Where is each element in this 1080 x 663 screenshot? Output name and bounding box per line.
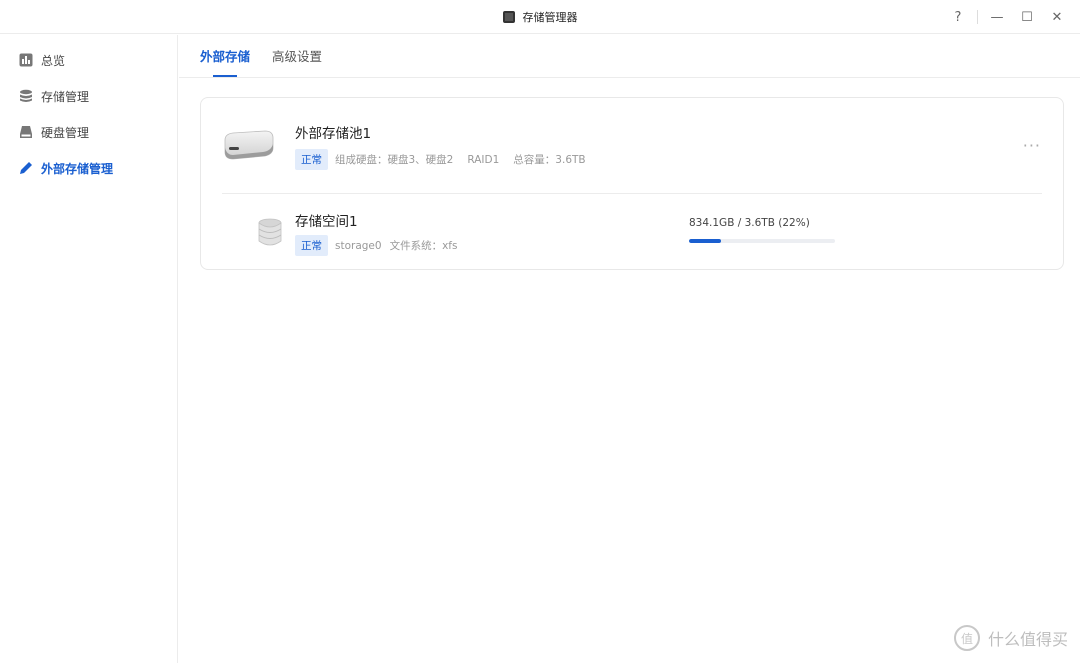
space-meta: 正常 storage0 文件系统：xfs <box>295 235 457 256</box>
hard-drive-icon <box>19 125 33 139</box>
usage-progress-bar <box>689 239 835 243</box>
space-device: storage0 <box>335 239 382 252</box>
watermark-text: 什么值得买 <box>987 630 1068 649</box>
chart-bar-icon <box>19 53 33 67</box>
space-name: 存储空间1 <box>295 214 358 230</box>
window-title: 存储管理器 <box>522 11 578 24</box>
pool-meta: 正常 组成硬盘：硬盘3、硬盘2 RAID1 总容量：3.6TB <box>295 149 586 170</box>
database-icon <box>19 89 33 103</box>
sidebar-item-disks[interactable]: 硬盘管理 <box>0 114 177 150</box>
title-bar: 存储管理器 ? — ☐ ✕ <box>0 0 1080 34</box>
watermark: 值 什么值得买 <box>953 625 1068 651</box>
sidebar-item-label: 外部存储管理 <box>41 161 114 176</box>
watermark-logo: 值 <box>953 625 980 651</box>
main-content: 外部存储 高级设置 外部存储池1 正常 组成硬盘：硬盘3、硬盘2 RAID1 总… <box>179 35 1080 663</box>
usage-text: 834.1GB / 3.6TB (22%) <box>689 217 810 229</box>
tab-advanced-settings[interactable]: 高级设置 <box>272 46 322 77</box>
card-divider <box>222 193 1042 194</box>
minimize-button[interactable]: — <box>982 0 1012 34</box>
more-options-button[interactable]: ··· <box>1023 136 1041 155</box>
pool-raid: RAID1 <box>467 153 500 166</box>
maximize-button[interactable]: ☐ <box>1012 0 1042 34</box>
usage-progress-fill <box>689 239 722 243</box>
pool-capacity: 总容量：3.6TB <box>513 154 586 166</box>
storage-pool-card: 外部存储池1 正常 组成硬盘：硬盘3、硬盘2 RAID1 总容量：3.6TB ·… <box>200 97 1064 270</box>
space-filesystem: 文件系统：xfs <box>389 240 458 252</box>
sidebar-item-external-storage[interactable]: 外部存储管理 <box>0 150 177 186</box>
pool-name: 外部存储池1 <box>295 126 372 142</box>
help-button[interactable]: ? <box>943 0 973 34</box>
sidebar-item-label: 总览 <box>41 53 66 68</box>
sidebar-item-label: 存储管理 <box>41 89 90 104</box>
pool-status-badge: 正常 <box>295 149 328 170</box>
tab-bar: 外部存储 高级设置 <box>179 35 1080 78</box>
pencil-icon <box>19 161 33 175</box>
tab-external-storage[interactable]: 外部存储 <box>200 46 250 77</box>
sidebar: 总览 存储管理 硬盘管理 外部存储管理 <box>0 35 178 663</box>
space-status-badge: 正常 <box>295 235 328 256</box>
app-icon <box>502 11 515 23</box>
controls-separator <box>977 10 978 24</box>
sidebar-item-storage[interactable]: 存储管理 <box>0 78 177 114</box>
pool-disks: 组成硬盘：硬盘3、硬盘2 <box>335 154 454 166</box>
sidebar-item-overview[interactable]: 总览 <box>0 42 177 78</box>
storage-space-icon <box>257 218 283 246</box>
window-controls: ? — ☐ ✕ <box>943 0 1072 34</box>
close-button[interactable]: ✕ <box>1042 0 1072 34</box>
sidebar-item-label: 硬盘管理 <box>41 125 90 140</box>
external-drive-icon <box>221 126 275 166</box>
title-wrap: 存储管理器 <box>0 0 1080 34</box>
